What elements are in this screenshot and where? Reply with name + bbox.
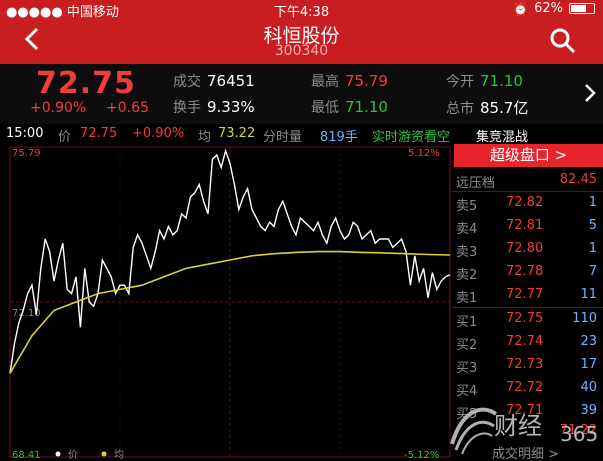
ask-volume: 1 xyxy=(588,195,597,210)
pressure-label: 远压档 xyxy=(456,176,496,191)
volume-stat: 成交 76451 xyxy=(173,71,255,91)
super-book-button[interactable]: 超级盘口 > xyxy=(454,144,603,167)
change-amount: +0.65 xyxy=(106,100,149,116)
low-value: 71.10 xyxy=(345,98,388,116)
legend-avg-label: 均 xyxy=(114,449,124,461)
intraday-info-row: 15:00 价 72.75 +0.90% 均 73.22 分时量 819手 实时… xyxy=(0,124,603,145)
battery-icon xyxy=(569,3,595,14)
legend-price-label: 价 xyxy=(68,449,78,461)
info-price-label: 价 xyxy=(58,130,72,145)
info-time: 15:00 xyxy=(6,126,44,141)
open-stat: 今开 71.10 xyxy=(446,71,523,91)
battery-percent: 62% xyxy=(534,1,563,16)
bid-price: 72.75 xyxy=(506,311,544,326)
legend-price-dot xyxy=(55,451,61,457)
pct-axis-bottom-label: -5.12% xyxy=(404,450,439,461)
info-pct: +0.90% xyxy=(132,126,185,141)
turnover-stat: 换手 9.33% xyxy=(173,97,255,117)
bid-price: 72.73 xyxy=(506,357,544,372)
ask-price: 72.82 xyxy=(506,195,544,210)
stock-code: 300340 xyxy=(274,43,329,59)
bid-volume: 110 xyxy=(572,311,597,326)
bid-label: 买4 xyxy=(456,384,478,399)
bid-row[interactable]: 买4 72.72 40 xyxy=(452,377,603,400)
mktcap-label: 总市 xyxy=(446,101,474,117)
pct-axis-top-label: 5.12% xyxy=(408,148,440,159)
ask-row[interactable]: 卖4 72.81 5 xyxy=(452,215,603,238)
ask-price: 72.80 xyxy=(506,241,544,256)
pressure-row: 远压档 82.45 xyxy=(452,169,603,192)
bid-row[interactable]: 买2 72.74 23 xyxy=(452,331,603,354)
volume-label: 成交 xyxy=(173,74,201,90)
high-label: 最高 xyxy=(311,74,339,90)
bid-volume: 17 xyxy=(580,357,597,372)
ask-volume: 11 xyxy=(580,287,597,302)
ask-label: 卖1 xyxy=(456,291,478,306)
bid-price: 72.72 xyxy=(506,380,544,395)
volume-value: 76451 xyxy=(207,72,255,90)
bid-row[interactable]: 买1 72.75 110 xyxy=(452,308,603,331)
high-value: 75.79 xyxy=(345,72,388,90)
change-percent: +0.90% xyxy=(30,100,87,116)
status-icons: ⏰ 62% xyxy=(513,1,595,16)
ask-row[interactable]: 卖2 72.78 7 xyxy=(452,261,603,284)
open-value: 71.10 xyxy=(480,72,523,90)
watermark-logo: 财经 365 xyxy=(442,400,603,461)
info-vol-label: 分时量 xyxy=(263,130,303,145)
watermark-text: 财经 xyxy=(494,412,542,440)
open-label: 今开 xyxy=(446,74,474,90)
chart-svg[interactable]: 75.79 72.10 68.41 5.12% -5.12% 价 均 xyxy=(0,144,452,461)
info-avg-label: 均 xyxy=(198,130,212,145)
bid-price: 72.74 xyxy=(506,334,544,349)
ask-label: 卖3 xyxy=(456,245,478,260)
ask-label: 卖4 xyxy=(456,222,478,237)
status-bar: ●●●●● 中国移动 下午4:38 ⏰ 62% xyxy=(0,0,603,20)
bid-volume: 23 xyxy=(580,334,597,349)
watermark-swirl-icon xyxy=(450,407,498,455)
ask-row[interactable]: 卖1 72.77 11 xyxy=(452,284,603,307)
quote-panel: 72.75 +0.90% +0.65 成交 76451 最高 75.79 今开 71.… xyxy=(0,64,603,124)
chevron-right-icon[interactable] xyxy=(583,82,597,104)
turnover-value: 9.33% xyxy=(207,98,255,116)
ask-label: 卖2 xyxy=(456,268,478,283)
mktcap-value: 85.7亿 xyxy=(480,99,529,117)
nav-bar: 科恒股份 300340 xyxy=(0,18,603,64)
bid-label: 买3 xyxy=(456,361,478,376)
info-vol: 819手 xyxy=(320,130,358,145)
ask-row[interactable]: 卖3 72.80 1 xyxy=(452,238,603,261)
ask-volume: 1 xyxy=(588,241,597,256)
low-label: 最低 xyxy=(311,100,339,116)
info-price: 72.75 xyxy=(80,126,118,141)
info-auction-label[interactable]: 集竞混战 xyxy=(476,126,528,145)
low-stat: 最低 71.10 xyxy=(311,97,388,117)
bid-label: 买2 xyxy=(456,338,478,353)
pressure-price: 82.45 xyxy=(559,172,597,187)
bid-row[interactable]: 买3 72.73 17 xyxy=(452,354,603,377)
ask-label: 卖5 xyxy=(456,199,478,214)
y-axis-top-label: 75.79 xyxy=(12,148,41,159)
alarm-icon: ⏰ xyxy=(513,1,529,16)
ask-volume: 5 xyxy=(588,218,597,233)
intraday-chart[interactable]: 75.79 72.10 68.41 5.12% -5.12% 价 均 xyxy=(0,144,452,461)
ask-price: 72.78 xyxy=(506,264,544,279)
ask-row[interactable]: 卖5 72.82 1 xyxy=(452,192,603,215)
turnover-label: 换手 xyxy=(173,100,201,116)
bid-volume: 40 xyxy=(580,380,597,395)
bid-label: 买1 xyxy=(456,315,478,330)
y-axis-bottom-label: 68.41 xyxy=(12,450,41,461)
current-price: 72.75 xyxy=(36,66,136,101)
info-avg: 73.22 xyxy=(218,126,256,141)
ask-volume: 7 xyxy=(588,264,597,279)
ask-price: 72.81 xyxy=(506,218,544,233)
ask-price: 72.77 xyxy=(506,287,544,302)
legend-avg-dot xyxy=(101,451,107,457)
mktcap-stat: 总市 85.7亿 xyxy=(446,97,528,118)
watermark-number: 365 xyxy=(560,422,599,446)
high-stat: 最高 75.79 xyxy=(311,71,388,91)
info-game-label[interactable]: 实时游资看空 xyxy=(372,126,450,145)
search-icon[interactable] xyxy=(549,27,577,55)
